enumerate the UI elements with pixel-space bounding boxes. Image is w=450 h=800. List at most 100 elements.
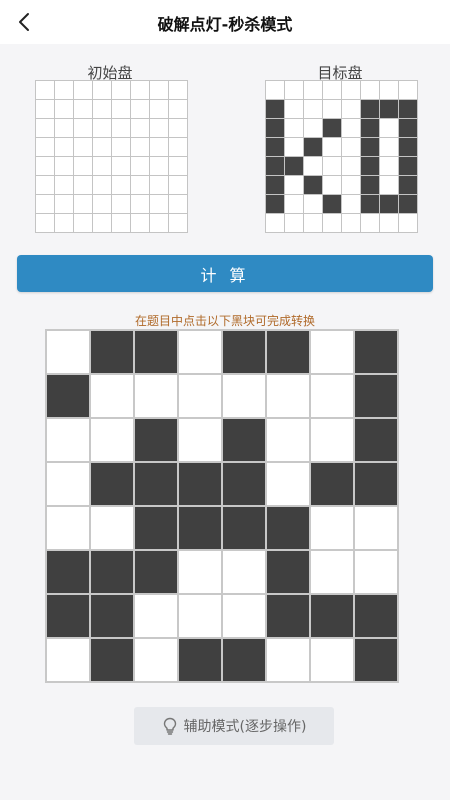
solution-board-cell[interactable] — [267, 551, 309, 593]
target-board-cell — [380, 214, 398, 232]
solution-board-cell[interactable] — [267, 595, 309, 637]
initial-board-cell — [150, 119, 168, 137]
solution-board-cell[interactable] — [135, 507, 177, 549]
solution-board-cell[interactable] — [311, 507, 353, 549]
solution-board-cell[interactable] — [91, 595, 133, 637]
initial-board-cell — [169, 176, 187, 194]
initial-board-cell — [74, 176, 92, 194]
initial-board-cell — [74, 214, 92, 232]
solution-board-cell[interactable] — [47, 463, 89, 505]
solution-board-cell[interactable] — [311, 331, 353, 373]
initial-board-cell — [36, 176, 54, 194]
solution-board-cell[interactable] — [91, 507, 133, 549]
solution-board-cell[interactable] — [179, 507, 221, 549]
solution-board-cell[interactable] — [223, 419, 265, 461]
solution-board-cell[interactable] — [135, 551, 177, 593]
solution-board-cell[interactable] — [223, 551, 265, 593]
solution-board-cell[interactable] — [223, 331, 265, 373]
target-board-cell — [285, 195, 303, 213]
solution-board-cell[interactable] — [91, 463, 133, 505]
initial-board-cell — [74, 157, 92, 175]
solution-board-cell[interactable] — [179, 331, 221, 373]
solution-board-cell[interactable] — [223, 507, 265, 549]
target-board-cell — [361, 81, 379, 99]
initial-board-cell — [36, 138, 54, 156]
solution-board-cell[interactable] — [91, 419, 133, 461]
solution-board-cell[interactable] — [267, 639, 309, 681]
solution-board-cell[interactable] — [355, 463, 397, 505]
initial-board-cell — [150, 81, 168, 99]
initial-board-cell — [169, 214, 187, 232]
solution-board-cell[interactable] — [267, 507, 309, 549]
initial-board-cell — [169, 138, 187, 156]
solution-board-cell[interactable] — [91, 639, 133, 681]
solution-board-cell[interactable] — [355, 551, 397, 593]
target-board-cell — [361, 100, 379, 118]
solution-board-cell[interactable] — [355, 639, 397, 681]
solution-board-cell[interactable] — [135, 375, 177, 417]
solution-board-cell[interactable] — [355, 331, 397, 373]
solution-board-cell[interactable] — [311, 595, 353, 637]
solution-board-cell[interactable] — [223, 595, 265, 637]
initial-board — [35, 80, 188, 233]
page-title: 破解点灯-秒杀模式 — [157, 15, 293, 34]
target-board-cell — [304, 214, 322, 232]
solution-board-cell[interactable] — [47, 551, 89, 593]
initial-board-cell — [112, 138, 130, 156]
solution-board-cell[interactable] — [179, 419, 221, 461]
solution-board-cell[interactable] — [311, 375, 353, 417]
solution-board-cell[interactable] — [223, 375, 265, 417]
solution-board-cell[interactable] — [179, 375, 221, 417]
solution-board-cell[interactable] — [355, 419, 397, 461]
solution-board-cell[interactable] — [135, 331, 177, 373]
solution-board-cell[interactable] — [47, 639, 89, 681]
solution-board-cell[interactable] — [47, 595, 89, 637]
solution-board-cell[interactable] — [135, 419, 177, 461]
solution-board-cell[interactable] — [179, 551, 221, 593]
assist-mode-button[interactable]: 辅助模式(逐步操作) — [134, 707, 334, 745]
solution-board-cell[interactable] — [91, 551, 133, 593]
initial-board-cell — [112, 157, 130, 175]
solution-board-cell[interactable] — [311, 419, 353, 461]
target-board-cell — [399, 157, 417, 175]
solution-board-cell[interactable] — [47, 375, 89, 417]
solution-board-cell[interactable] — [267, 419, 309, 461]
calculate-button[interactable]: 计 算 — [17, 255, 433, 292]
target-board-cell — [285, 138, 303, 156]
solution-board-cell[interactable] — [47, 331, 89, 373]
solution-board-cell[interactable] — [179, 639, 221, 681]
solution-board-cell[interactable] — [179, 463, 221, 505]
solution-board-cell[interactable] — [179, 595, 221, 637]
target-board-cell — [285, 176, 303, 194]
initial-board-cell — [150, 195, 168, 213]
solution-board-cell[interactable] — [355, 595, 397, 637]
solution-board-cell[interactable] — [311, 463, 353, 505]
solution-board-cell[interactable] — [47, 507, 89, 549]
target-board-cell — [380, 119, 398, 137]
initial-board-cell — [112, 81, 130, 99]
initial-board-cell — [36, 214, 54, 232]
solution-board-cell[interactable] — [311, 551, 353, 593]
solution-board-cell[interactable] — [267, 375, 309, 417]
solution-board-cell[interactable] — [355, 375, 397, 417]
solution-board-cell[interactable] — [47, 419, 89, 461]
target-board-cell — [342, 176, 360, 194]
solution-board-cell[interactable] — [135, 595, 177, 637]
target-board-cell — [342, 119, 360, 137]
target-board-cell — [304, 195, 322, 213]
target-board-cell — [323, 119, 341, 137]
solution-board-cell[interactable] — [135, 639, 177, 681]
solution-board-cell[interactable] — [223, 639, 265, 681]
solution-board-cell[interactable] — [355, 507, 397, 549]
solution-board-cell[interactable] — [135, 463, 177, 505]
solution-board-cell[interactable] — [267, 331, 309, 373]
solution-board-cell[interactable] — [91, 375, 133, 417]
target-board-cell — [285, 214, 303, 232]
solution-board-cell[interactable] — [223, 463, 265, 505]
target-board-cell — [304, 100, 322, 118]
initial-board-cell — [74, 119, 92, 137]
solution-board-cell[interactable] — [267, 463, 309, 505]
solution-board-cell[interactable] — [311, 639, 353, 681]
initial-board-cell — [169, 119, 187, 137]
solution-board-cell[interactable] — [91, 331, 133, 373]
